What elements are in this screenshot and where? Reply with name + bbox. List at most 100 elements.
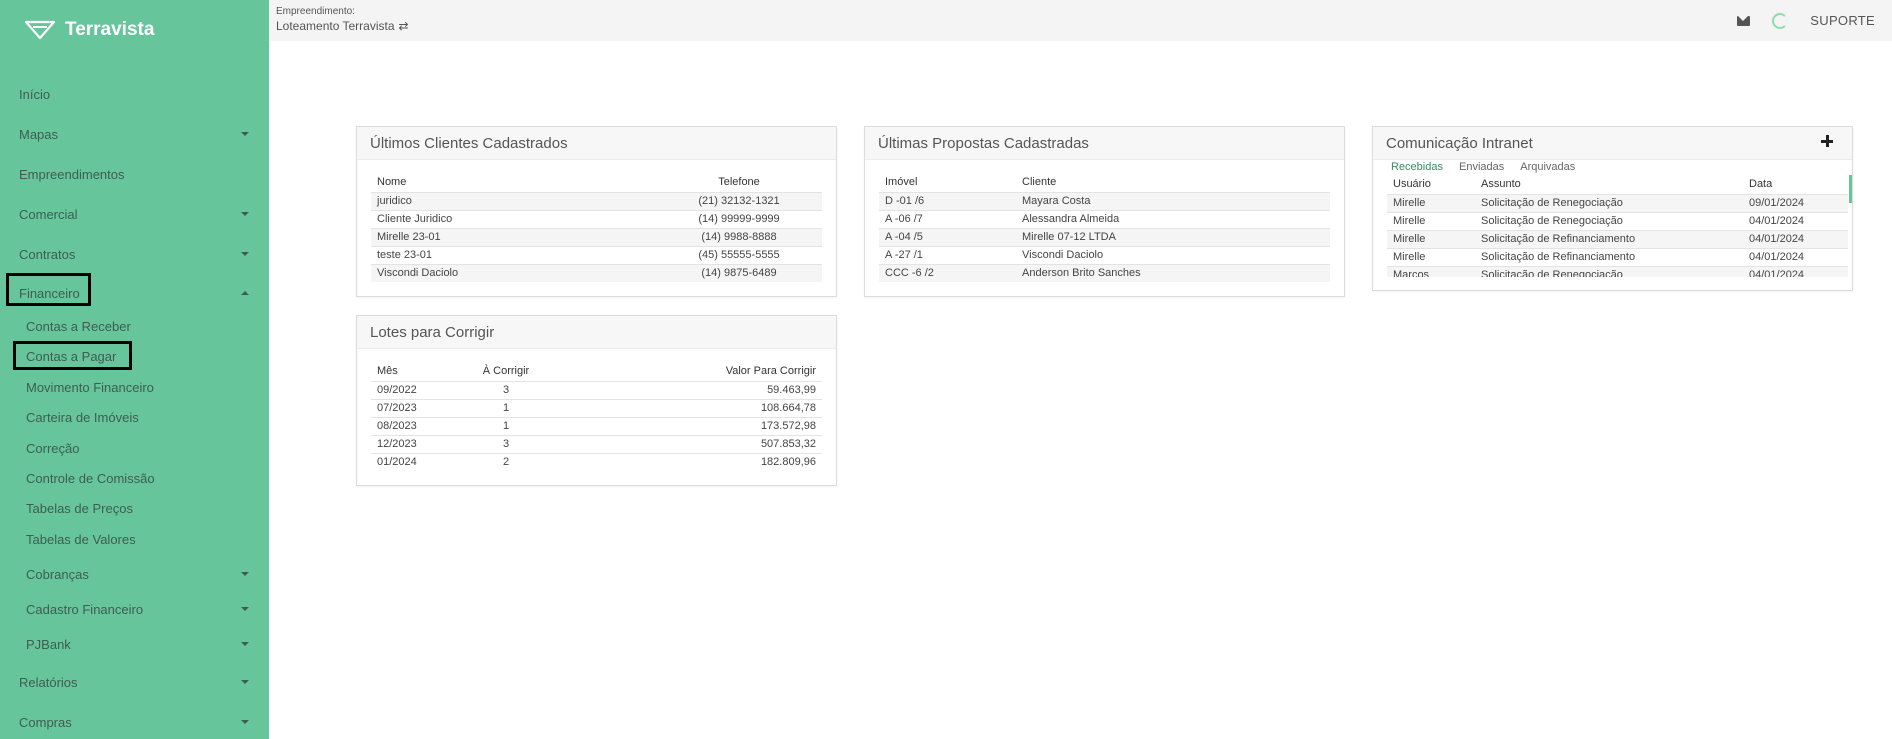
- column-header: Imóvel: [885, 176, 918, 189]
- empreendimento-selector[interactable]: Loteamento Terravista ⇄: [276, 19, 409, 33]
- table-row[interactable]: Marcos Solicitação de Renegociação 04/01/2…: [1387, 265, 1848, 277]
- table-row[interactable]: teste 23-01 (45) 55555-5555: [371, 245, 822, 264]
- sidebar-item-inicio[interactable]: Início: [0, 79, 269, 109]
- cell-cliente: Mirelle 07-12 LTDA: [1016, 227, 1330, 246]
- empreendimento-value: Loteamento Terravista: [276, 19, 395, 33]
- sidebar-item-financeiro[interactable]: Financeiro: [0, 278, 269, 308]
- table-row[interactable]: Cliente Juridico (14) 99999-9999: [371, 209, 822, 228]
- chevron-down-icon: [241, 572, 249, 576]
- chevron-up-icon: [241, 291, 249, 295]
- table-row[interactable]: 08/2023 1 173.572,98: [371, 416, 822, 435]
- cell-a-corrigir: 1: [461, 416, 551, 435]
- table-row[interactable]: Mirelle Solicitação de Renegociação 04/01/…: [1387, 211, 1848, 230]
- cell-imovel: CCC -6 /2: [879, 263, 1016, 282]
- brand-logo[interactable]: Terravista: [24, 15, 154, 45]
- cell-valor: 182.809,96: [551, 452, 822, 471]
- card-title: Comunicação Intranet: [1373, 127, 1852, 160]
- column-header: Mês: [377, 365, 398, 378]
- table-row[interactable]: juridico (21) 32132-1321: [371, 191, 822, 210]
- cell-usuario: Mirelle: [1387, 247, 1475, 266]
- card-ultimos-clientes: Últimos Clientes Cadastrados Nome Telefo…: [356, 126, 837, 297]
- chevron-down-icon: [241, 642, 249, 646]
- cell-telefone: (21) 32132-1321: [656, 191, 822, 210]
- sidebar-item-relatorios[interactable]: Relatórios: [0, 667, 269, 697]
- cell-data: 04/01/2024: [1743, 247, 1848, 266]
- sidebar-item-empreendimentos[interactable]: Empreendimentos: [0, 159, 269, 189]
- sidebar-subitem-tabelas-de-precos[interactable]: Tabelas de Preços: [0, 493, 269, 523]
- table-row[interactable]: CCC -6 /2 Anderson Brito Sanches: [879, 263, 1330, 282]
- table-row[interactable]: A -06 /7 Alessandra Almeida: [879, 209, 1330, 228]
- cell-usuario: Mirelle: [1387, 229, 1475, 248]
- table-row[interactable]: 01/2024 2 182.809,96: [371, 452, 822, 471]
- cell-telefone: (14) 9988-8888: [656, 227, 822, 246]
- cell-valor: 59.463,99: [551, 380, 822, 399]
- column-header: Nome: [377, 176, 407, 189]
- tab-arquivadas[interactable]: Arquivadas: [1520, 161, 1575, 173]
- intranet-tabs: Recebidas Enviadas Arquivadas: [1391, 161, 1575, 173]
- table-row[interactable]: A -04 /5 Mirelle 07-12 LTDA: [879, 227, 1330, 246]
- sidebar-subitem-contas-a-pagar[interactable]: Contas a Pagar: [0, 341, 269, 371]
- scrollbar-thumb[interactable]: [1849, 175, 1852, 203]
- card-lotes-para-corrigir: Lotes para Corrigir Mês À Corrigir Valor…: [356, 315, 837, 486]
- cell-nome: teste 23-01: [371, 245, 656, 264]
- column-header: Telefone: [718, 176, 760, 189]
- sidebar-item-contratos[interactable]: Contratos: [0, 239, 269, 269]
- sidebar-subitem-pjbank[interactable]: PJBank: [0, 629, 269, 659]
- loading-spinner-icon: [1772, 12, 1789, 29]
- cell-usuario: Marcos: [1387, 265, 1475, 277]
- table-row[interactable]: Mirelle Solicitação de Renegociação 09/01/…: [1387, 193, 1848, 212]
- cell-nome: juridico: [371, 191, 656, 210]
- sidebar-item-mapas[interactable]: Mapas: [0, 119, 269, 149]
- cell-valor: 173.572,98: [551, 416, 822, 435]
- tab-enviadas[interactable]: Enviadas: [1459, 161, 1504, 173]
- sidebar-subitem-controle-de-comissao[interactable]: Controle de Comissão: [0, 463, 269, 493]
- cell-assunto: Solicitação de Refinanciamento: [1475, 229, 1743, 248]
- table-row[interactable]: A -27 /1 Viscondi Daciolo: [879, 245, 1330, 264]
- mail-icon[interactable]: [1737, 15, 1751, 26]
- cell-mes: 08/2023: [371, 416, 461, 435]
- intranet-scroll-area[interactable]: Usuário Assunto Data Mirelle Solicitação …: [1387, 175, 1851, 277]
- clientes-table: Nome Telefone juridico (21) 32132-1321 Cl…: [371, 173, 822, 282]
- sidebar-subitem-contas-a-receber[interactable]: Contas a Receber: [0, 311, 269, 341]
- intranet-table: Usuário Assunto Data Mirelle Solicitação …: [1387, 175, 1848, 277]
- cell-mes: 07/2023: [371, 398, 461, 417]
- cell-mes: 09/2022: [371, 380, 461, 399]
- table-row[interactable]: Mirelle 23-01 (14) 9988-8888: [371, 227, 822, 246]
- table-row[interactable]: D -01 /6 Mayara Costa: [879, 191, 1330, 210]
- table-row[interactable]: 09/2022 3 59.463,99: [371, 380, 822, 399]
- cell-imovel: A -06 /7: [879, 209, 1016, 228]
- card-comunicacao-intranet: Comunicação Intranet Recebidas Enviadas …: [1372, 126, 1853, 291]
- column-header: Usuário: [1393, 178, 1431, 191]
- cell-a-corrigir: 1: [461, 398, 551, 417]
- table-row[interactable]: Viscondi Daciolo (14) 9875-6489: [371, 263, 822, 282]
- plus-icon[interactable]: [1821, 135, 1833, 147]
- sidebar-subitem-tabelas-de-valores[interactable]: Tabelas de Valores: [0, 524, 269, 554]
- cell-assunto: Solicitação de Renegociação: [1475, 211, 1743, 230]
- sidebar: Terravista Início Mapas Empreendimentos …: [0, 0, 269, 739]
- sidebar-subitem-correcao[interactable]: Correção: [0, 433, 269, 463]
- table-row[interactable]: 12/2023 3 507.853,32: [371, 434, 822, 453]
- cell-valor: 108.664,78: [551, 398, 822, 417]
- table-row[interactable]: 07/2023 1 108.664,78: [371, 398, 822, 417]
- cell-nome: Cliente Juridico: [371, 209, 656, 228]
- cell-data: 04/01/2024: [1743, 211, 1848, 230]
- table-row[interactable]: Mirelle Solicitação de Refinanciamento 04/…: [1387, 229, 1848, 248]
- terravista-logo-icon: [24, 20, 56, 40]
- sidebar-item-compras[interactable]: Compras: [0, 707, 269, 737]
- cell-assunto: Solicitação de Refinanciamento: [1475, 247, 1743, 266]
- sidebar-subitem-cobrancas[interactable]: Cobranças: [0, 559, 269, 589]
- cell-telefone: (14) 9875-6489: [656, 263, 822, 282]
- cell-imovel: A -27 /1: [879, 245, 1016, 264]
- sidebar-subitem-cadastro-financeiro[interactable]: Cadastro Financeiro: [0, 594, 269, 624]
- table-row[interactable]: Mirelle Solicitação de Refinanciamento 04/…: [1387, 247, 1848, 266]
- sidebar-item-comercial[interactable]: Comercial: [0, 199, 269, 229]
- card-title: Lotes para Corrigir: [357, 316, 836, 349]
- sidebar-subitem-movimento-financeiro[interactable]: Movimento Financeiro: [0, 372, 269, 402]
- sidebar-subitem-carteira-de-imoveis[interactable]: Carteira de Imóveis: [0, 402, 269, 432]
- empreendimento-label: Empreendimento:: [276, 6, 355, 17]
- cell-a-corrigir: 3: [461, 434, 551, 453]
- chevron-down-icon: [241, 680, 249, 684]
- tab-recebidas[interactable]: Recebidas: [1391, 161, 1443, 173]
- support-link[interactable]: SUPORTE: [1810, 13, 1875, 28]
- propostas-table: Imóvel Cliente D -01 /6 Mayara Costa A -0…: [879, 173, 1330, 282]
